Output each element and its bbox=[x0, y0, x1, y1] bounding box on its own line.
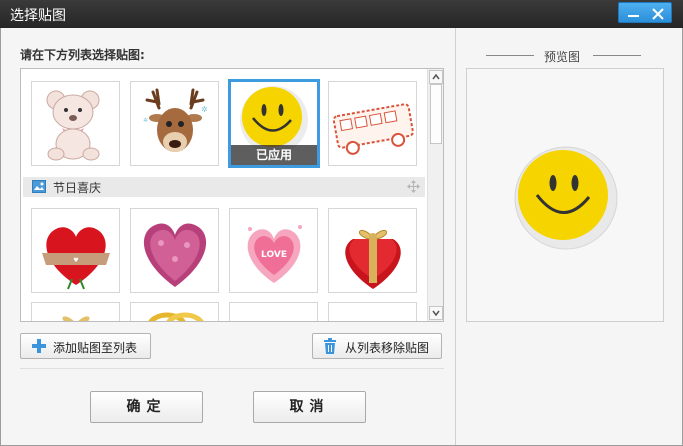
window-title: 选择贴图 bbox=[10, 8, 66, 24]
title-bar: 选择贴图 bbox=[0, 0, 683, 28]
close-icon[interactable] bbox=[651, 7, 665, 21]
window-controls[interactable] bbox=[618, 2, 672, 23]
minimize-icon[interactable] bbox=[628, 15, 639, 17]
window-frame bbox=[0, 28, 683, 446]
